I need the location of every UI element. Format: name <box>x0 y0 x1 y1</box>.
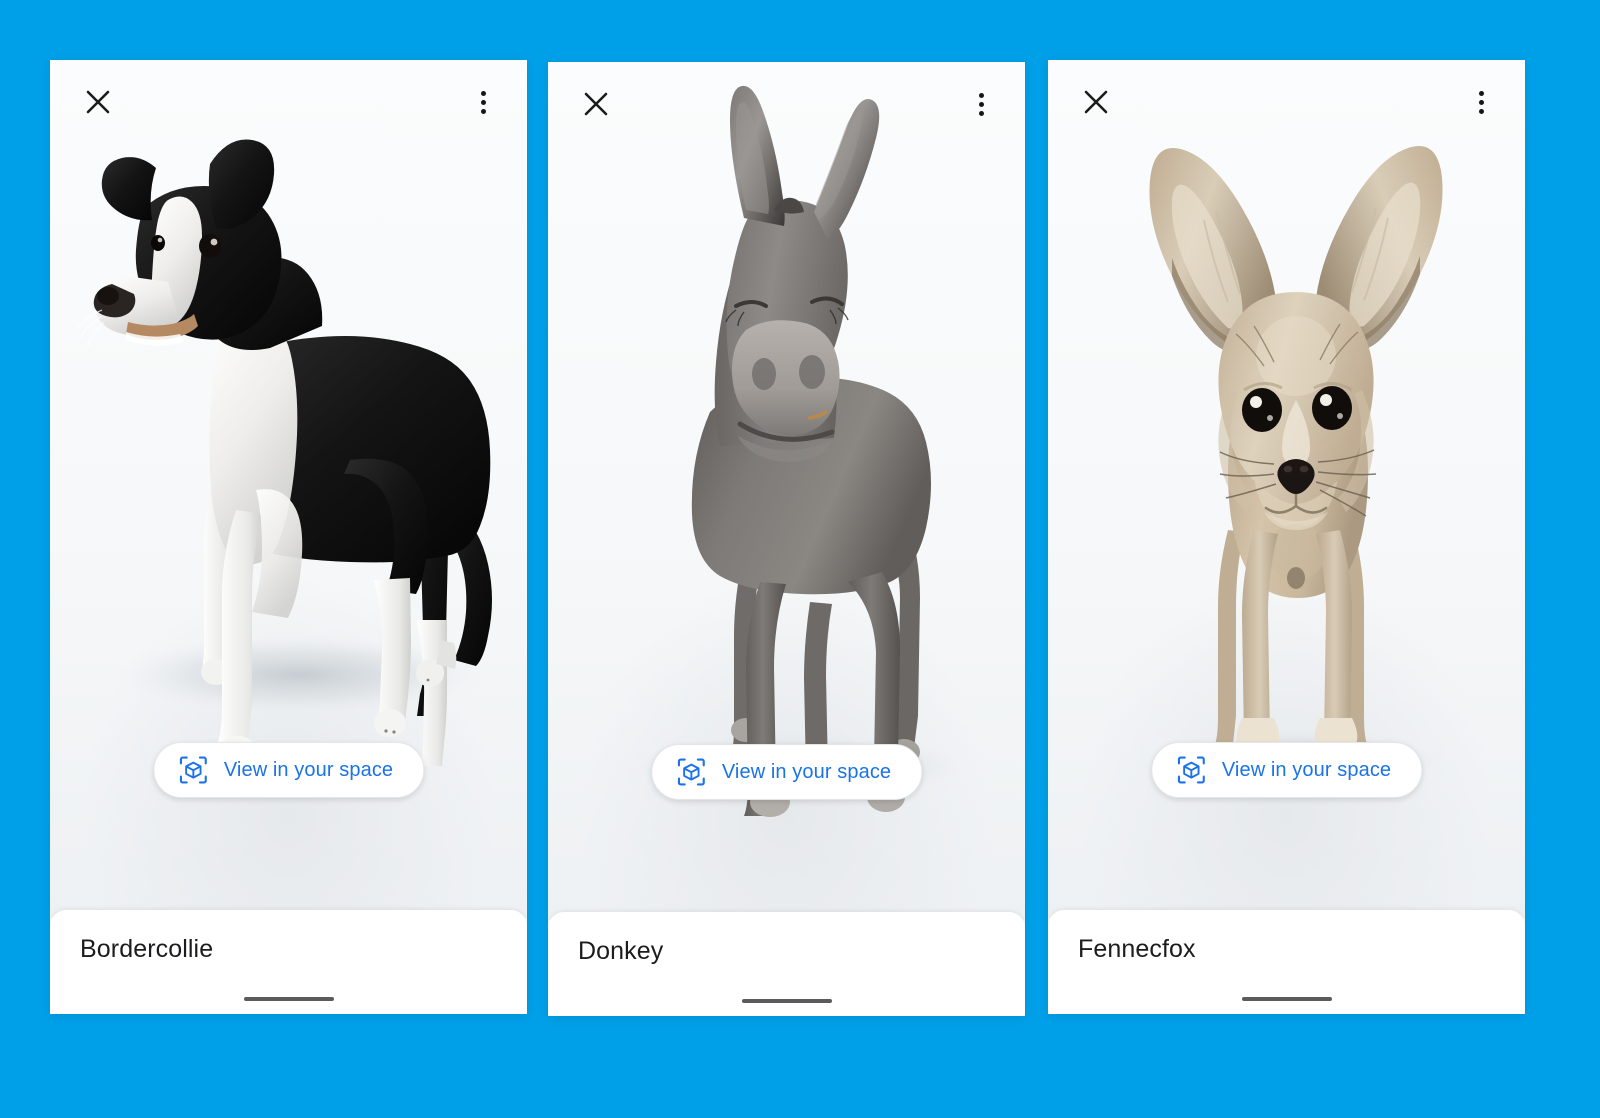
model-card-bordercollie: View in your space Bordercollie <box>50 60 527 1014</box>
close-icon <box>86 90 110 114</box>
view-in-your-space-button[interactable]: View in your space <box>650 744 923 800</box>
model-info-sheet: Donkey <box>548 912 1025 1016</box>
home-indicator[interactable] <box>741 999 832 1003</box>
close-button[interactable] <box>78 82 118 122</box>
close-button[interactable] <box>1076 82 1116 122</box>
home-indicator[interactable] <box>1241 997 1332 1001</box>
model-info-sheet: Bordercollie <box>50 910 527 1014</box>
more-options-button[interactable] <box>463 82 503 122</box>
model-info-sheet: Fennecfox <box>1048 910 1525 1014</box>
model-viewer-fennecfox[interactable]: View in your space <box>1048 60 1525 918</box>
more-vert-icon <box>480 90 486 114</box>
model-title: Bordercollie <box>80 935 214 963</box>
close-icon <box>584 92 608 116</box>
card-topbar <box>50 60 527 144</box>
model-title: Fennecfox <box>1078 935 1196 963</box>
model-viewer-donkey[interactable]: View in your space <box>548 62 1025 920</box>
ar-cube-icon <box>677 758 705 786</box>
card-topbar <box>1048 60 1525 144</box>
ar-cube-icon <box>179 756 207 784</box>
more-options-button[interactable] <box>1461 82 1501 122</box>
card-topbar <box>548 62 1025 146</box>
ar-button-label: View in your space <box>721 760 892 783</box>
model-card-donkey: View in your space Donkey <box>548 62 1025 1016</box>
more-vert-icon <box>1478 90 1484 114</box>
view-in-your-space-button[interactable]: View in your space <box>152 742 425 798</box>
ar-cube-icon <box>1177 756 1205 784</box>
model-viewer-bordercollie[interactable]: View in your space <box>50 60 527 918</box>
view-in-your-space-button[interactable]: View in your space <box>1150 742 1423 798</box>
more-options-button[interactable] <box>961 84 1001 124</box>
ar-button-label: View in your space <box>1221 758 1392 781</box>
model-card-fennecfox: View in your space Fennecfox <box>1048 60 1525 1014</box>
model-title: Donkey <box>578 937 664 965</box>
app-background: View in your space Bordercollie View in … <box>0 0 1600 1118</box>
home-indicator[interactable] <box>243 997 334 1001</box>
more-vert-icon <box>978 92 984 116</box>
ar-button-label: View in your space <box>223 758 394 781</box>
close-button[interactable] <box>576 84 616 124</box>
close-icon <box>1084 90 1108 114</box>
